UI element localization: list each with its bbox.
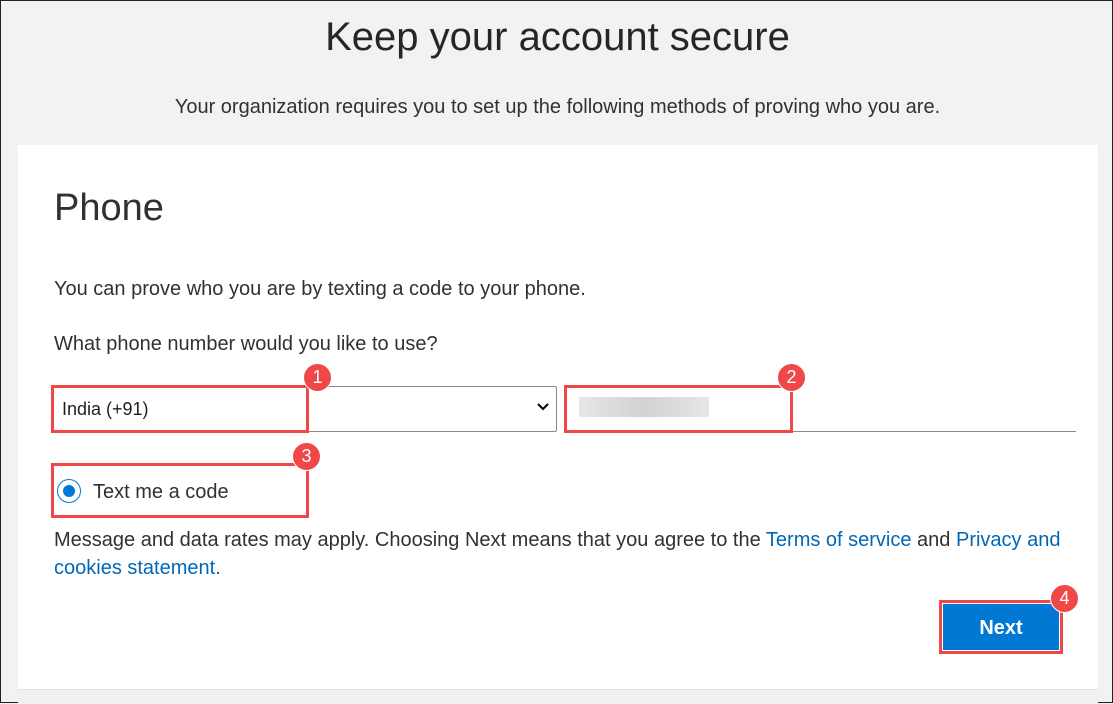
section-heading: Phone — [54, 187, 164, 229]
phone-question-label: What phone number would you like to use? — [54, 333, 438, 355]
annotation-box-4 — [939, 600, 1063, 654]
section-description: You can prove who you are by texting a c… — [54, 278, 586, 300]
annotation-box-1 — [51, 385, 309, 433]
annotation-box-3 — [51, 463, 309, 518]
terms-of-service-link[interactable]: Terms of service — [766, 529, 912, 551]
annotation-badge-4: 4 — [1050, 584, 1079, 613]
disclaimer-and: and — [911, 529, 956, 551]
disclaimer-text: Message and data rates may apply. Choosi… — [54, 526, 1064, 582]
annotation-box-2 — [564, 385, 793, 433]
annotation-badge-2: 2 — [777, 363, 806, 392]
page-subtitle: Your organization requires you to set up… — [174, 96, 941, 118]
card-footer-strip — [18, 689, 1098, 704]
page-title: Keep your account secure — [325, 15, 790, 59]
annotation-badge-1: 1 — [303, 363, 332, 392]
chevron-down-icon — [536, 399, 550, 415]
annotation-badge-3: 3 — [292, 442, 321, 471]
disclaimer-body: Message and data rates may apply. Choosi… — [54, 529, 766, 551]
